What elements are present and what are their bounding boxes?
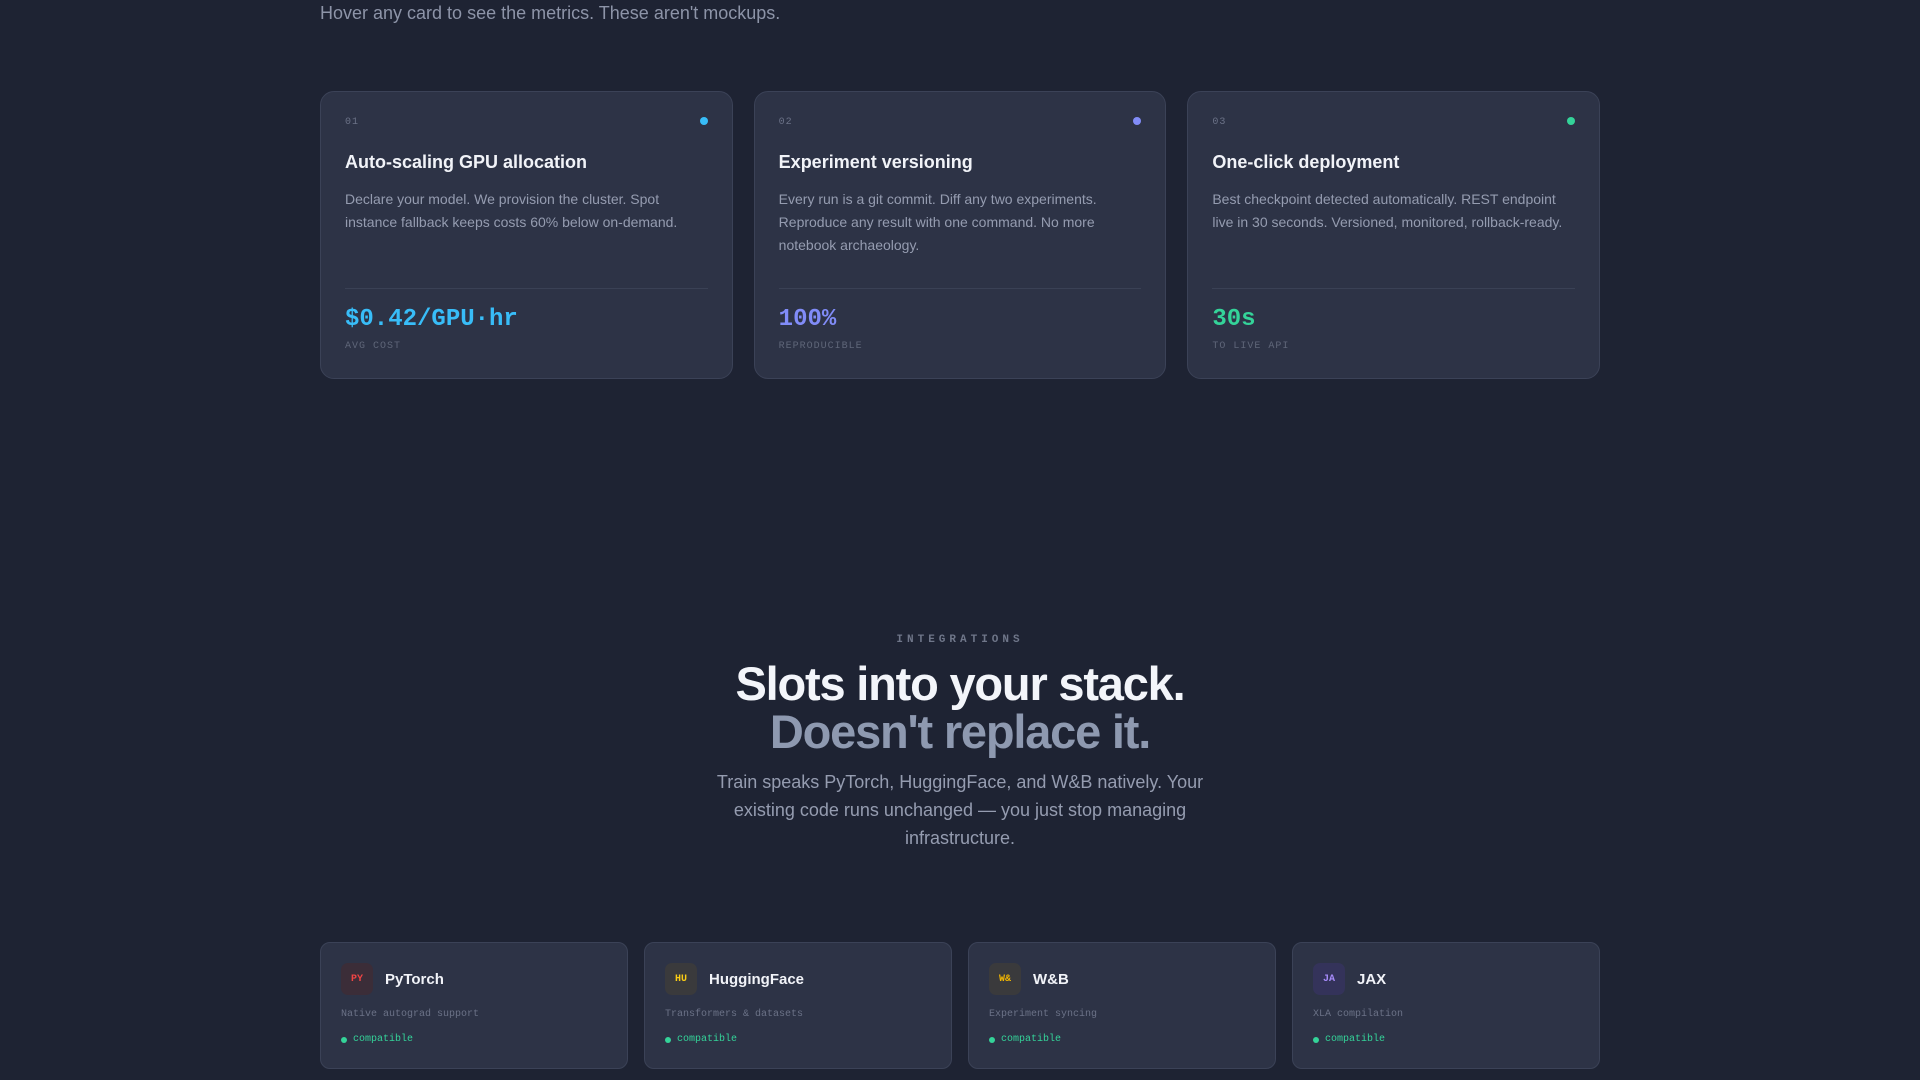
- section-title-line2: Doesn't replace it.: [769, 705, 1151, 758]
- integration-name: JAX: [1357, 971, 1387, 988]
- page: Hover any card to see the metrics. These…: [0, 0, 1920, 1080]
- status-dot-icon: [1133, 117, 1142, 125]
- feature-number: 01: [345, 117, 360, 128]
- integration-card-huggingface[interactable]: HU HuggingFace Transformers & datasets c…: [644, 942, 952, 1069]
- status-dot-icon: [665, 1036, 671, 1043]
- feature-metric-label: TO LIVE API: [1212, 341, 1290, 352]
- status-label: compatible: [1001, 1034, 1062, 1045]
- feature-metric: $0.42/GPU·hr: [345, 306, 518, 333]
- status-label: compatible: [1325, 1034, 1386, 1045]
- compatibility-status: compatible: [989, 1034, 1061, 1045]
- feature-number: 03: [1212, 117, 1227, 128]
- integration-name: W&B: [1033, 971, 1069, 988]
- section-description: Train speaks PyTorch, HuggingFace, and W…: [716, 772, 1204, 848]
- feature-description: Declare your model. We provision the clu…: [345, 191, 678, 230]
- divider: [345, 288, 708, 289]
- status-label: compatible: [677, 1034, 738, 1045]
- feature-metric-label: AVG COST: [345, 341, 402, 352]
- integration-name: HuggingFace: [709, 971, 805, 988]
- integration-description: Experiment syncing: [989, 1009, 1098, 1020]
- status-dot-icon: [989, 1036, 995, 1043]
- feature-title: One-click deployment: [1212, 152, 1400, 172]
- divider: [1212, 288, 1576, 289]
- integration-name: PyTorch: [385, 971, 444, 988]
- features-subtitle: Hover any card to see the metrics. These…: [320, 3, 781, 23]
- status-dot-icon: [1313, 1036, 1319, 1043]
- compatibility-status: compatible: [341, 1034, 413, 1045]
- status-dot-icon: [699, 117, 708, 125]
- pytorch-badge-icon: PY: [341, 963, 373, 995]
- integration-description: Transformers & datasets: [665, 1009, 804, 1020]
- section-eyebrow: INTEGRATIONS: [896, 634, 1024, 646]
- integration-card-pytorch[interactable]: PY PyTorch Native autograd support compa…: [320, 942, 628, 1069]
- jax-badge-icon: JA: [1313, 963, 1345, 995]
- integrations-section: INTEGRATIONS Slots into your stack. Does…: [0, 634, 1920, 852]
- compatibility-status: compatible: [665, 1034, 737, 1045]
- feature-title: Auto-scaling GPU allocation: [345, 152, 588, 172]
- integration-description: XLA compilation: [1313, 1009, 1404, 1020]
- status-label: compatible: [353, 1034, 414, 1045]
- feature-metric: 30s: [1212, 306, 1256, 333]
- integration-card-wandb[interactable]: W& W&B Experiment syncing compatible: [968, 942, 1276, 1069]
- feature-description: Best checkpoint detected automatically. …: [1212, 191, 1563, 230]
- status-dot-icon: [1567, 117, 1576, 125]
- integration-card-jax[interactable]: JA JAX XLA compilation compatible: [1292, 942, 1600, 1069]
- integration-cards: PY PyTorch Native autograd support compa…: [320, 942, 1600, 1069]
- huggingface-badge-icon: HU: [665, 963, 697, 995]
- feature-metric-label: REPRODUCIBLE: [778, 341, 863, 352]
- wandb-badge-icon: W&: [989, 963, 1021, 995]
- feature-card-deployment[interactable]: 03 One-click deployment Best checkpoint …: [1187, 91, 1601, 379]
- feature-card-versioning[interactable]: 02 Experiment versioning Every run is a …: [753, 91, 1167, 379]
- divider: [778, 288, 1142, 289]
- compatibility-status: compatible: [1313, 1034, 1385, 1045]
- feature-metric: 100%: [778, 306, 837, 333]
- section-title-line1: Slots into your stack.: [735, 657, 1186, 710]
- feature-number: 02: [778, 117, 793, 128]
- feature-description: Every run is a git commit. Diff any two …: [778, 191, 1097, 253]
- integration-description: Native autograd support: [341, 1009, 480, 1020]
- section-title: Slots into your stack. Doesn't replace i…: [0, 660, 1920, 756]
- feature-cards: 01 Auto-scaling GPU allocation Declare y…: [320, 91, 1601, 379]
- feature-title: Experiment versioning: [778, 152, 973, 172]
- feature-card-gpu[interactable]: 01 Auto-scaling GPU allocation Declare y…: [320, 91, 733, 379]
- status-dot-icon: [341, 1036, 347, 1043]
